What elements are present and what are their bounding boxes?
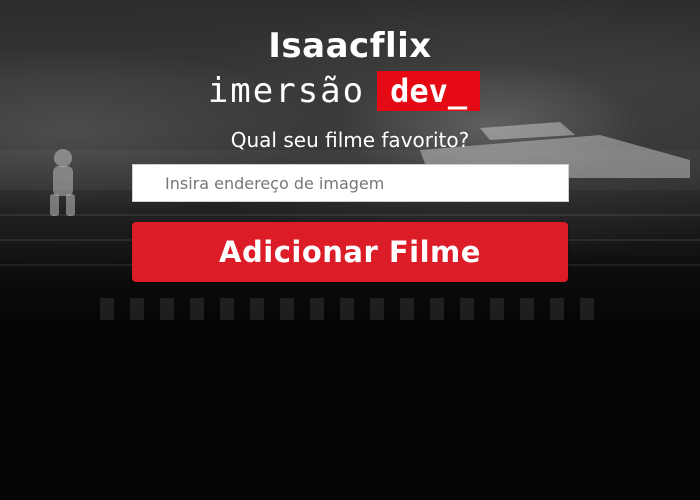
dev-badge: dev_ <box>377 71 481 111</box>
add-movie-button[interactable]: Adicionar Filme <box>132 222 568 282</box>
imersao-logo: imersão dev_ <box>0 70 700 112</box>
favorite-movie-question: Qual seu filme favorito? <box>230 128 470 152</box>
brand-title: Isaacflix <box>268 26 432 66</box>
image-url-input[interactable] <box>132 164 569 202</box>
page: Isaacflix imersão dev_ Qual seu filme fa… <box>0 0 700 500</box>
imersao-text: imersão <box>207 71 366 111</box>
